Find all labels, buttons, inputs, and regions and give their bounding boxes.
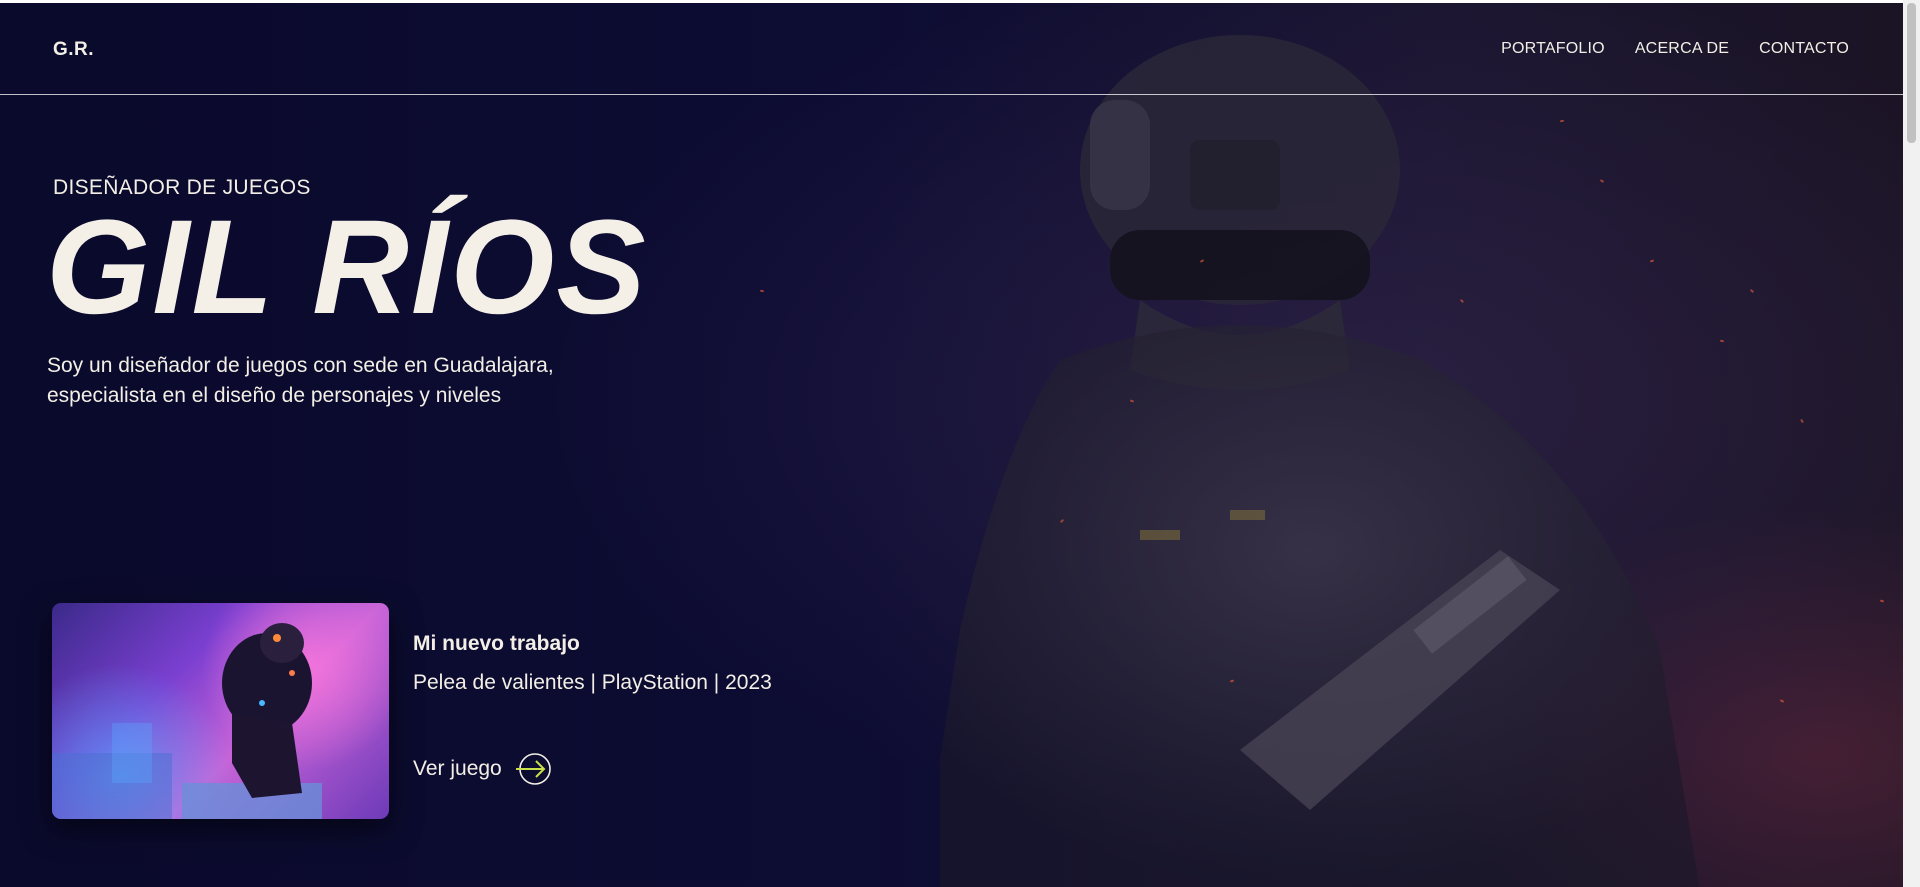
view-game-label: Ver juego: [413, 757, 502, 780]
arrow-right-circle-icon: [515, 753, 551, 785]
hero-bio-line-2: especialista en el diseño de personajes …: [47, 384, 502, 407]
page-scrollbar[interactable]: [1903, 0, 1920, 887]
hero-name: GIL RÍOS: [46, 193, 648, 342]
site-header: G.R. PORTAFOLIO ACERCA DE CONTACTO: [0, 3, 1903, 95]
page: G.R. PORTAFOLIO ACERCA DE CONTACTO DISEÑ…: [0, 0, 1920, 887]
soldier-background-image: [940, 35, 1700, 887]
featured-title: Mi nuevo trabajo: [413, 632, 580, 655]
logo[interactable]: G.R.: [53, 39, 94, 61]
robot-character-image: [52, 623, 322, 819]
main-nav: PORTAFOLIO ACERCA DE CONTACTO: [1501, 40, 1849, 58]
featured-meta: Pelea de valientes | PlayStation | 2023: [413, 671, 772, 694]
hero-bio-line-1: Soy un diseñador de juegos con sede en G…: [47, 354, 554, 377]
featured-game-thumbnail[interactable]: [52, 603, 389, 819]
hero-bio: Soy un diseñador de juegos con sede en G…: [47, 351, 647, 411]
nav-link-acerca-de[interactable]: ACERCA DE: [1635, 40, 1729, 58]
scrollbar-thumb[interactable]: [1907, 3, 1916, 143]
view-game-link[interactable]: Ver juego: [413, 752, 554, 786]
nav-link-contacto[interactable]: CONTACTO: [1759, 40, 1849, 58]
nav-link-portafolio[interactable]: PORTAFOLIO: [1501, 40, 1605, 58]
